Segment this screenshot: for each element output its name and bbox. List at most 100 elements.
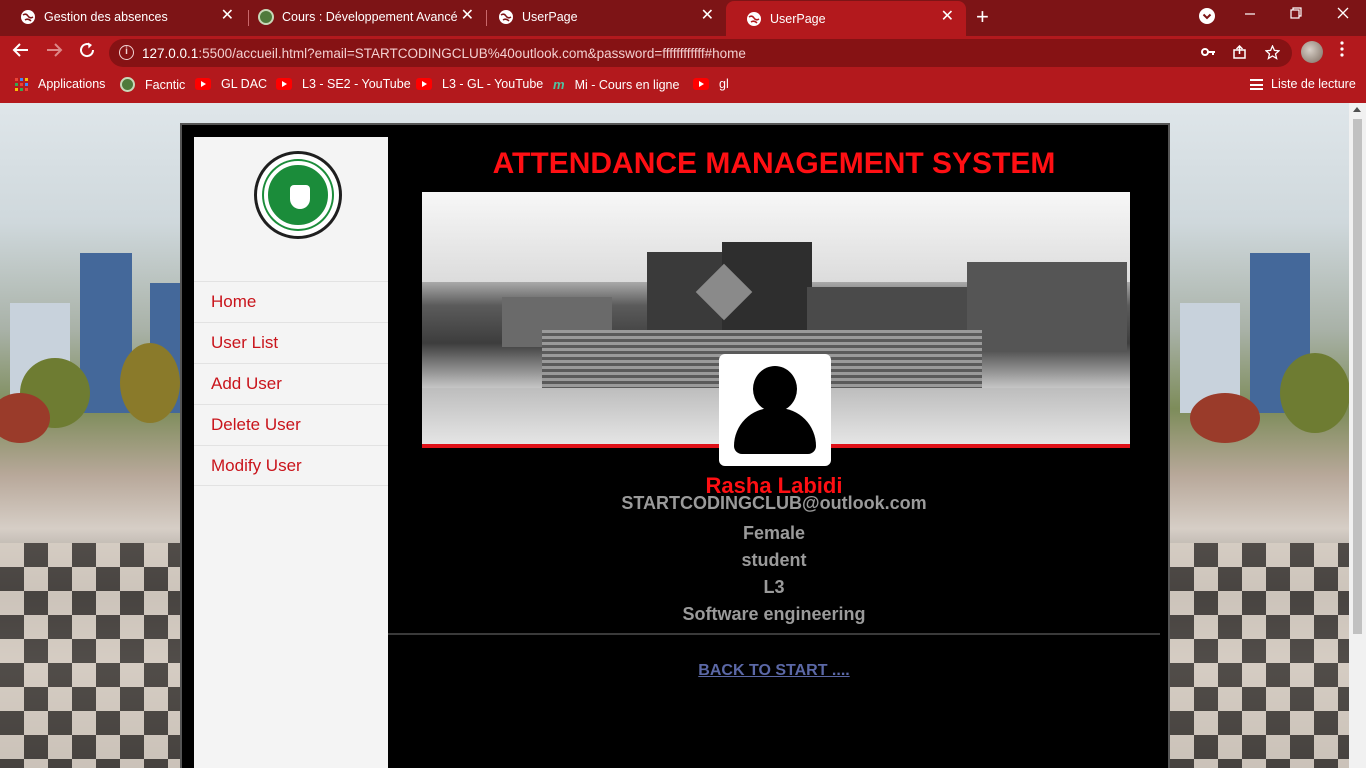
site-icon bbox=[258, 9, 274, 25]
user-icon-body bbox=[734, 408, 816, 454]
bookmark-gl-dac[interactable]: GL DAC bbox=[195, 77, 267, 91]
browser-tab[interactable]: Gestion des absences ✕ bbox=[0, 0, 246, 34]
new-tab-button[interactable]: + bbox=[976, 6, 989, 28]
reload-button[interactable] bbox=[78, 41, 96, 64]
university-logo bbox=[254, 151, 342, 239]
back-link-container: BACK TO START .... bbox=[388, 662, 1160, 680]
app-container: Home User List Add User Delete User Modi… bbox=[180, 123, 1170, 768]
background-photo-left bbox=[0, 103, 180, 768]
sidebar-item-home[interactable]: Home bbox=[194, 281, 388, 322]
globe-icon bbox=[21, 10, 35, 24]
share-icon[interactable] bbox=[1232, 44, 1247, 63]
back-to-start-link[interactable]: BACK TO START .... bbox=[698, 662, 849, 679]
tree-shape bbox=[1280, 353, 1349, 433]
bookmark-applications[interactable]: Applications bbox=[15, 77, 105, 91]
user-role: student bbox=[741, 550, 807, 570]
moodle-icon: m bbox=[553, 77, 565, 92]
reload-icon bbox=[80, 42, 95, 58]
divider bbox=[388, 633, 1160, 635]
user-level: L3 bbox=[763, 577, 785, 597]
user-email: STARTCODINGCLUB@outlook.com bbox=[621, 493, 927, 513]
chevron-down-icon bbox=[1202, 13, 1212, 20]
sidebar-item-user-list[interactable]: User List bbox=[194, 322, 388, 363]
pavement-pattern bbox=[0, 543, 180, 768]
background-photo-right bbox=[1170, 103, 1349, 768]
back-button[interactable] bbox=[12, 41, 30, 64]
arrow-right-icon bbox=[47, 43, 63, 57]
sidebar-item-delete-user[interactable]: Delete User bbox=[194, 404, 388, 445]
user-avatar bbox=[719, 354, 831, 466]
bookmark-l3-gl[interactable]: L3 - GL - YouTube bbox=[416, 77, 543, 91]
key-icon[interactable] bbox=[1201, 45, 1216, 62]
user-profile-info: Rasha Labidi STARTCODINGCLUB@outlook.com… bbox=[388, 473, 1160, 628]
reading-list-button[interactable]: Liste de lecture bbox=[1250, 77, 1356, 91]
youtube-icon bbox=[195, 78, 211, 90]
sidebar: Home User List Add User Delete User Modi… bbox=[194, 137, 388, 768]
logo-emblem bbox=[264, 161, 332, 229]
sidebar-item-modify-user[interactable]: Modify User bbox=[194, 445, 388, 486]
bookmark-label: GL DAC bbox=[221, 77, 268, 91]
bookmark-mi-cours[interactable]: m Mi - Cours en ligne bbox=[553, 77, 679, 92]
bookmark-facntic[interactable]: Facntic bbox=[120, 77, 185, 92]
bookmark-label: Mi - Cours en ligne bbox=[574, 77, 680, 92]
forward-button[interactable] bbox=[45, 41, 63, 64]
page-title: ATTENDANCE MANAGEMENT SYSTEM bbox=[492, 147, 1056, 180]
apps-grid-icon bbox=[15, 77, 28, 91]
user-gender: Female bbox=[742, 523, 806, 543]
info-icon[interactable]: i bbox=[119, 45, 134, 60]
close-window-button[interactable] bbox=[1336, 6, 1350, 24]
close-icon[interactable]: ✕ bbox=[941, 9, 954, 25]
tab-title: UserPage bbox=[522, 10, 578, 24]
tab-title: Cours : Développement Avancé c bbox=[282, 10, 458, 24]
reading-list-label: Liste de lecture bbox=[1271, 77, 1356, 91]
bookmark-label: L3 - GL - YouTube bbox=[442, 77, 544, 91]
close-icon[interactable]: ✕ bbox=[461, 8, 474, 24]
logo-building-icon bbox=[290, 185, 310, 209]
site-icon bbox=[120, 77, 135, 92]
reading-list-icon bbox=[1250, 78, 1263, 90]
tree-shape bbox=[120, 343, 180, 423]
url-path: :5500/accueil.html?email=STARTCODINGCLUB… bbox=[198, 46, 746, 61]
youtube-icon bbox=[693, 78, 709, 90]
sidebar-item-add-user[interactable]: Add User bbox=[194, 363, 388, 404]
tab-search-button[interactable] bbox=[1199, 8, 1215, 24]
close-icon[interactable]: ✕ bbox=[701, 8, 714, 24]
bookmark-label: L3 - SE2 - YouTube bbox=[302, 77, 411, 91]
minimize-button[interactable] bbox=[1244, 6, 1256, 24]
browser-tab[interactable]: Cours : Développement Avancé c ✕ bbox=[238, 0, 486, 34]
user-icon bbox=[753, 366, 797, 412]
browser-toolbar: i 127.0.0.1:5500/accueil.html?email=STAR… bbox=[0, 36, 1366, 69]
url-host: 127.0.0.1 bbox=[142, 46, 199, 61]
browser-tab-bar: Gestion des absences ✕ Cours : Développe… bbox=[0, 0, 1366, 36]
kebab-menu-icon[interactable] bbox=[1340, 41, 1344, 62]
page-viewport: Home User List Add User Delete User Modi… bbox=[0, 103, 1349, 768]
scroll-up-arrow-icon[interactable] bbox=[1353, 107, 1361, 112]
youtube-icon bbox=[416, 78, 432, 90]
tree-shape bbox=[0, 393, 50, 443]
star-icon[interactable] bbox=[1264, 44, 1281, 63]
bookmark-gl[interactable]: gl bbox=[693, 77, 729, 91]
scrollbar-thumb[interactable] bbox=[1353, 119, 1362, 634]
pavement-pattern bbox=[1170, 543, 1349, 768]
arrow-left-icon bbox=[12, 43, 28, 57]
tree-shape bbox=[1190, 393, 1260, 443]
user-speciality: Software engineering bbox=[682, 604, 866, 624]
address-bar[interactable]: i 127.0.0.1:5500/accueil.html?email=STAR… bbox=[109, 39, 1292, 67]
restore-button[interactable] bbox=[1290, 6, 1302, 24]
profile-avatar[interactable] bbox=[1301, 41, 1323, 63]
bookmark-l3-se2[interactable]: L3 - SE2 - YouTube bbox=[276, 77, 411, 91]
browser-tab-active[interactable]: UserPage ✕ bbox=[726, 1, 966, 36]
url-text[interactable]: 127.0.0.1:5500/accueil.html?email=STARTC… bbox=[142, 46, 746, 61]
page-scrollbar[interactable] bbox=[1349, 103, 1366, 768]
minimize-icon bbox=[1245, 13, 1255, 15]
bookmark-label: Applications bbox=[38, 77, 106, 91]
bookmark-label: gl bbox=[719, 77, 729, 91]
sidebar-menu: Home User List Add User Delete User Modi… bbox=[194, 281, 388, 486]
restore-icon bbox=[1290, 7, 1302, 19]
browser-tab[interactable]: UserPage ✕ bbox=[478, 0, 726, 34]
close-icon bbox=[1337, 7, 1349, 19]
building-shape bbox=[967, 262, 1127, 352]
globe-icon bbox=[499, 10, 513, 24]
bookmarks-bar: Applications Facntic GL DAC L3 - SE2 - Y… bbox=[0, 69, 1366, 103]
close-icon[interactable]: ✕ bbox=[221, 8, 234, 24]
